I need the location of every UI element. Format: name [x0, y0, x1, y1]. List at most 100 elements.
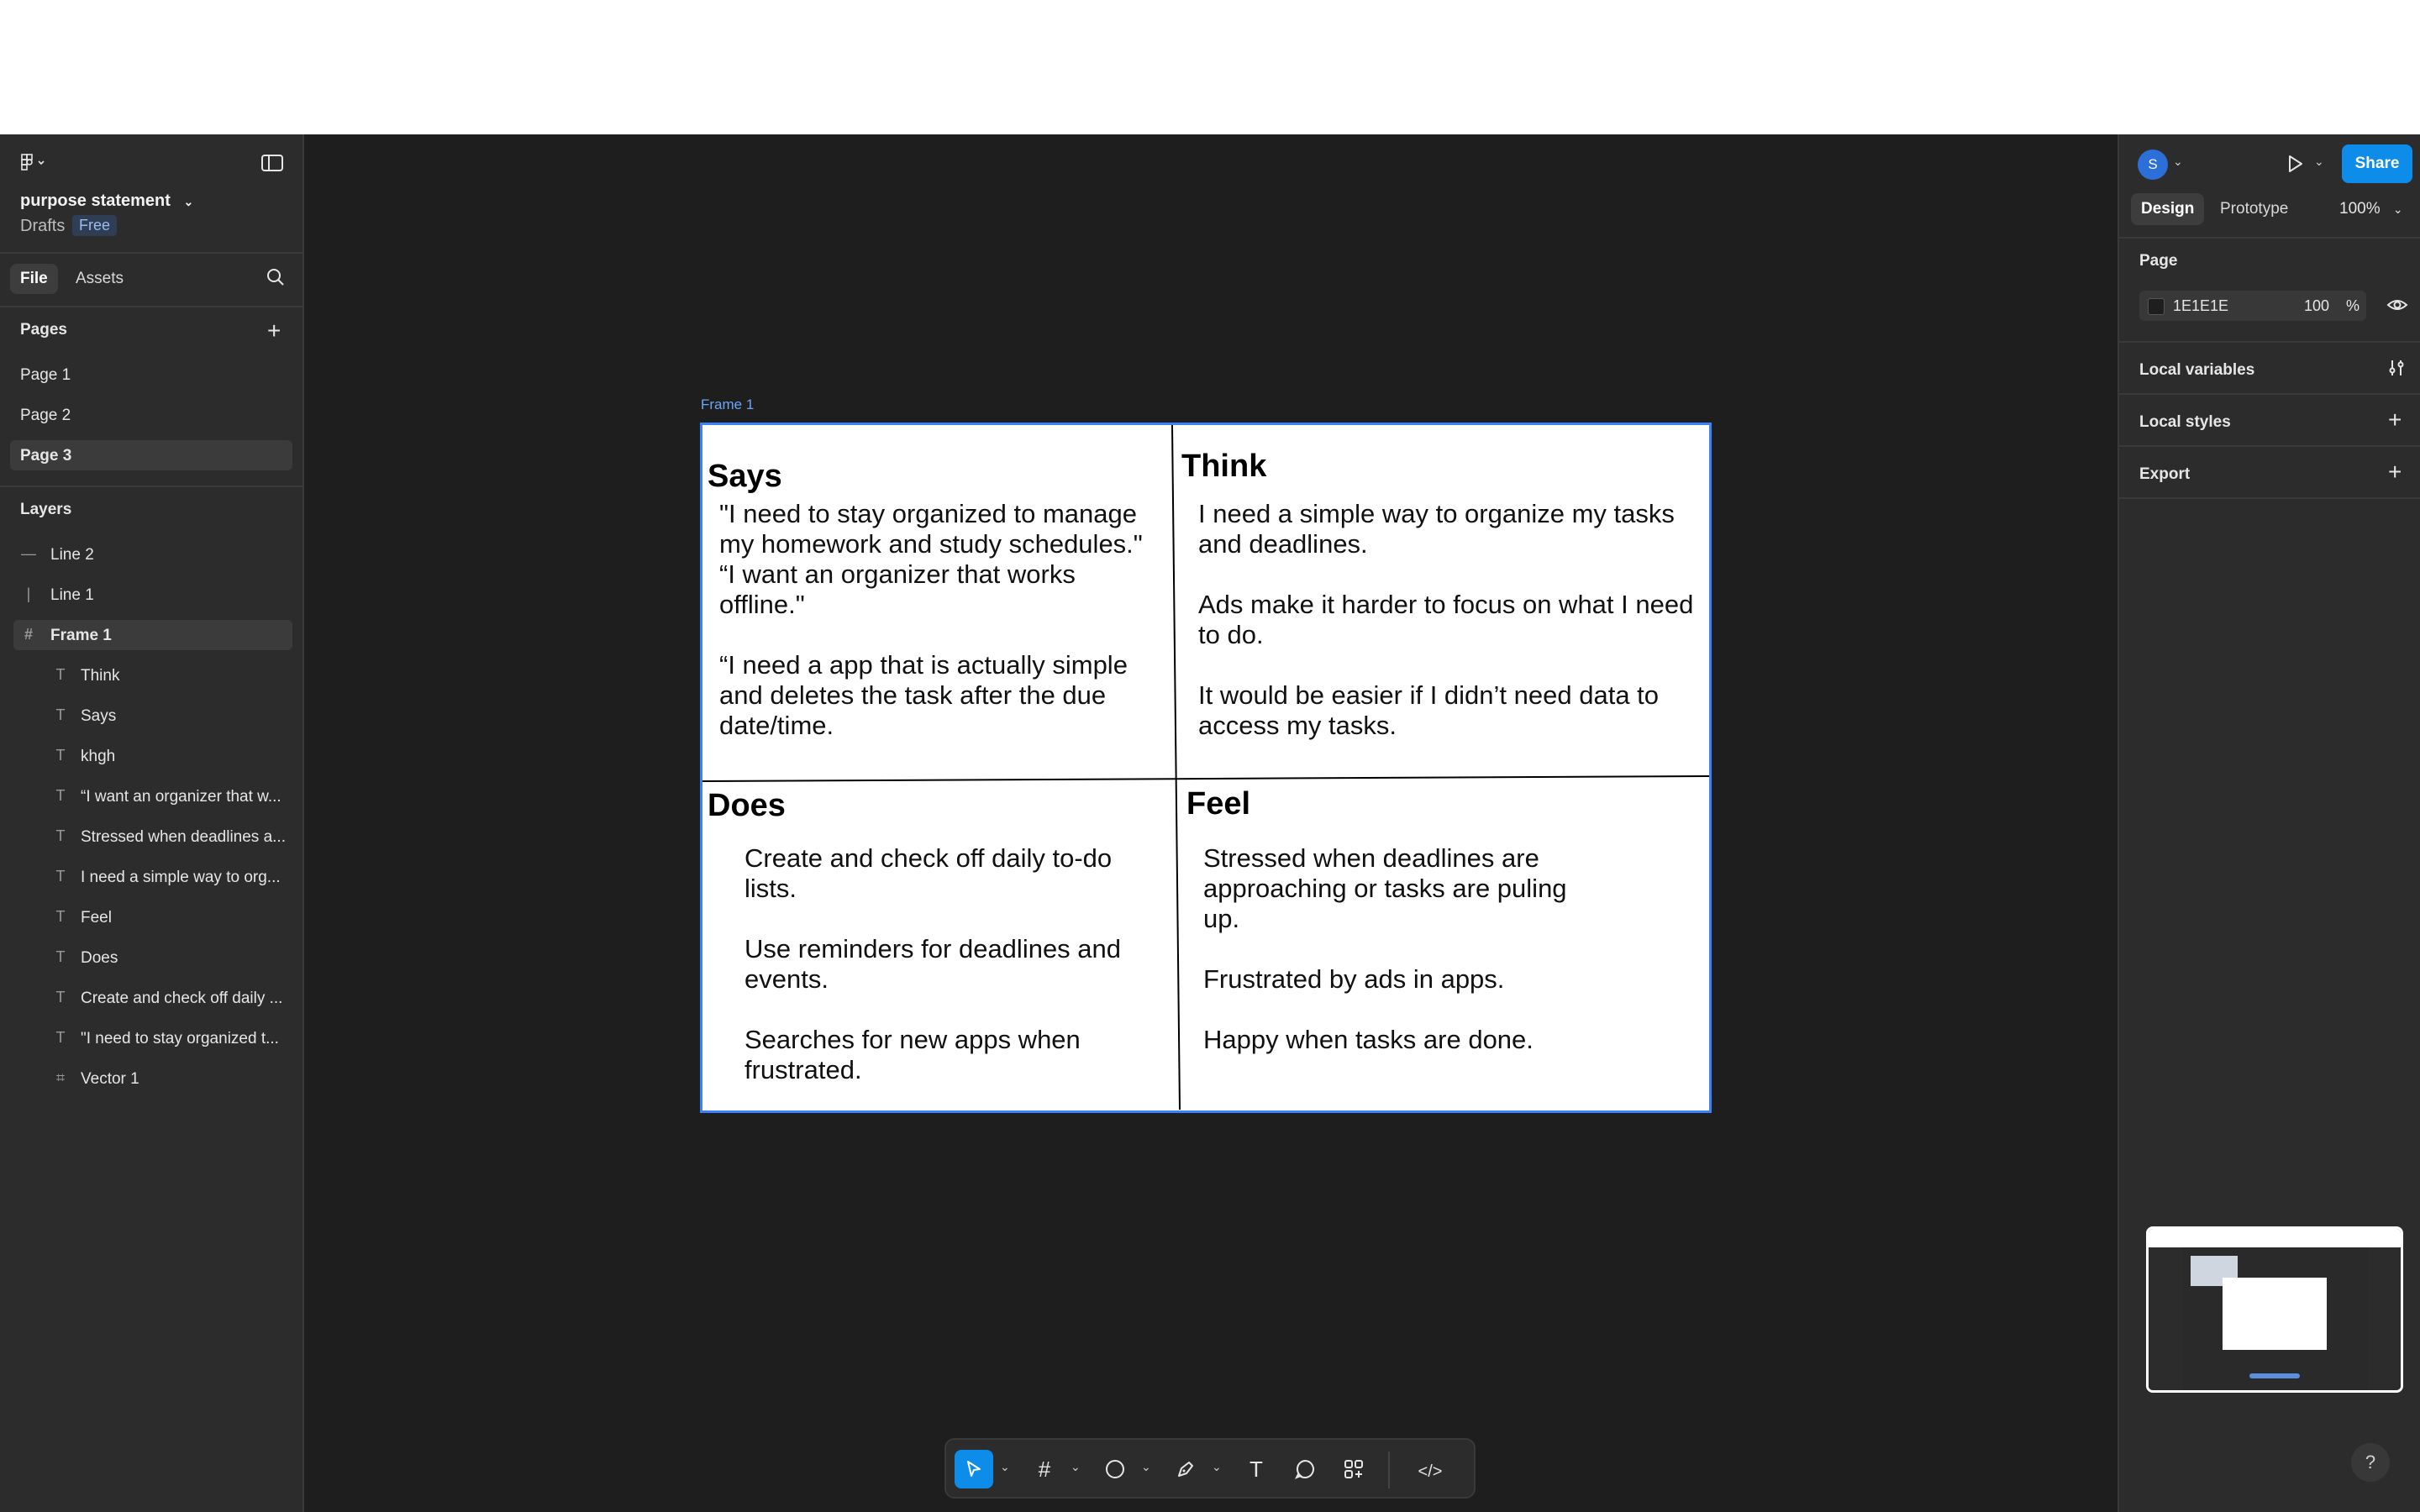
comment-tool-button[interactable]	[1286, 1450, 1324, 1488]
frame-label[interactable]: Frame 1	[701, 396, 754, 413]
avatar[interactable]: S	[2138, 150, 2168, 180]
local-variables-title[interactable]: Local variables	[2139, 361, 2254, 380]
actions-tool-button[interactable]	[1334, 1450, 1373, 1488]
opacity-unit: %	[2346, 297, 2360, 314]
layer-item[interactable]: | Line 1	[13, 580, 292, 610]
does-line: Create and check off daily to-do lists.	[744, 843, 1113, 903]
minimap-preview[interactable]	[2146, 1226, 2403, 1393]
does-line: Searches for new apps when frustrated.	[744, 1025, 1081, 1084]
text-icon: T	[55, 827, 66, 844]
empathy-map-frame[interactable]: Says "I need to stay organized to manage…	[700, 423, 1712, 1113]
layer-item[interactable]: T "I need to stay organized t...	[13, 1023, 292, 1053]
background-hex[interactable]: 1E1E1E	[2173, 297, 2228, 315]
page-label: Page 3	[20, 447, 72, 465]
layer-item[interactable]: T Feel	[13, 902, 292, 932]
layer-item[interactable]: T Create and check off daily ...	[13, 983, 292, 1013]
plus-icon: +	[2388, 407, 2402, 433]
line-icon: |	[26, 585, 31, 602]
layer-item[interactable]: T Stressed when deadlines a...	[13, 822, 292, 852]
help-button[interactable]: ?	[2351, 1443, 2390, 1482]
dev-mode-toggle[interactable]: </>	[1400, 1450, 1460, 1488]
layer-item[interactable]: T Says	[13, 701, 292, 731]
layer-item[interactable]: T khgh	[13, 741, 292, 771]
think-line: It would be easier if I didn’t need data…	[1198, 680, 1660, 740]
text-icon: T	[55, 787, 66, 804]
bottom-toolbar: ⌄ # ⌄ ⌄ ⌄ T </>	[944, 1438, 1476, 1499]
comment-icon	[1294, 1459, 1314, 1479]
think-text: I need a simple way to organize my tasks…	[1198, 499, 1694, 771]
share-button[interactable]: Share	[2342, 144, 2412, 183]
layer-item[interactable]: T Think	[13, 660, 292, 690]
search-button[interactable]	[266, 267, 286, 291]
add-export-button[interactable]: +	[2388, 459, 2402, 486]
question-icon: ?	[2365, 1452, 2376, 1473]
text-icon: T	[55, 989, 66, 1005]
tab-file[interactable]: File	[10, 264, 58, 294]
search-icon	[267, 269, 284, 286]
color-swatch[interactable]	[2148, 298, 2165, 315]
feel-line: Stressed when deadlines are approaching …	[1203, 843, 1567, 933]
chevron-down-icon[interactable]: ⌄	[1212, 1460, 1222, 1474]
move-tool-button[interactable]	[955, 1450, 993, 1488]
chevron-down-icon[interactable]: ⌄	[2314, 155, 2324, 169]
chevron-down-icon[interactable]: ⌄	[1141, 1460, 1151, 1474]
divider	[2119, 341, 2420, 343]
right-panel: S ⌄ ⌄ Share Design Prototype 100% ⌄ Page…	[2118, 134, 2420, 1512]
pen-icon	[1178, 1462, 1193, 1477]
local-styles-title[interactable]: Local styles	[2139, 413, 2231, 432]
add-page-button[interactable]: +	[267, 318, 281, 344]
divider	[2119, 497, 2420, 499]
eye-icon	[2386, 300, 2408, 310]
zoom-control[interactable]: 100% ⌄	[2339, 200, 2403, 218]
toggle-sidebar-button[interactable]	[260, 153, 284, 177]
text-icon: T	[55, 948, 66, 965]
variables-button[interactable]	[2386, 358, 2407, 382]
tab-assets[interactable]: Assets	[76, 270, 124, 288]
page-item-1[interactable]: Page 1	[10, 360, 292, 390]
main-menu-button[interactable]	[20, 153, 54, 179]
chevron-down-icon: ⌄	[2392, 202, 2403, 216]
present-button[interactable]	[2284, 153, 2306, 179]
code-icon: </>	[1418, 1462, 1443, 1481]
tab-prototype[interactable]: Prototype	[2220, 200, 2288, 218]
tab-design[interactable]: Design	[2131, 193, 2205, 225]
file-location[interactable]: Drafts	[20, 217, 65, 236]
divider	[2119, 445, 2420, 447]
text-icon: T	[55, 706, 66, 723]
layer-label: Stressed when deadlines a...	[81, 828, 286, 846]
sidebar-icon	[261, 155, 283, 171]
background-opacity[interactable]: 100	[2304, 297, 2329, 315]
layer-item-selected[interactable]: # Frame 1	[13, 620, 292, 650]
layer-item[interactable]: T “I want an organizer that w...	[13, 781, 292, 811]
chevron-down-icon: ⌄	[183, 195, 194, 208]
think-title: Think	[1181, 449, 1267, 484]
pages-title: Pages	[20, 321, 67, 339]
layer-item[interactable]: T I need a simple way to org...	[13, 862, 292, 892]
visibility-toggle[interactable]	[2386, 296, 2408, 318]
background-color-field[interactable]: 1E1E1E 100 %	[2139, 291, 2366, 321]
export-title[interactable]: Export	[2139, 465, 2190, 484]
layer-item[interactable]: T Does	[13, 942, 292, 973]
text-icon: T	[55, 908, 66, 925]
chevron-down-icon[interactable]: ⌄	[1000, 1460, 1010, 1474]
page-item-2[interactable]: Page 2	[10, 400, 292, 430]
page-section-title: Page	[2139, 252, 2178, 270]
feel-title: Feel	[1186, 786, 1251, 822]
layer-item[interactable]: ⌗ Vector 1	[13, 1063, 292, 1094]
line-icon: —	[21, 545, 36, 562]
says-line: “I want an organizer that works offline.…	[719, 559, 1076, 619]
file-name[interactable]: purpose statement ⌄	[20, 192, 193, 211]
layer-item[interactable]: — Line 2	[13, 539, 292, 570]
chevron-down-icon[interactable]: ⌄	[2173, 155, 2183, 169]
chevron-down-icon[interactable]: ⌄	[1071, 1460, 1081, 1474]
shape-tool-button[interactable]	[1096, 1450, 1134, 1488]
file-name-text: purpose statement	[20, 192, 171, 210]
add-style-button[interactable]: +	[2388, 407, 2402, 433]
figma-logo-icon	[21, 154, 45, 171]
does-title: Does	[708, 788, 786, 823]
ellipse-icon	[1106, 1460, 1124, 1478]
page-item-3[interactable]: Page 3	[10, 440, 292, 470]
frame-tool-button[interactable]: #	[1025, 1450, 1064, 1488]
pen-tool-button[interactable]	[1166, 1450, 1205, 1488]
text-tool-button[interactable]: T	[1237, 1450, 1276, 1488]
